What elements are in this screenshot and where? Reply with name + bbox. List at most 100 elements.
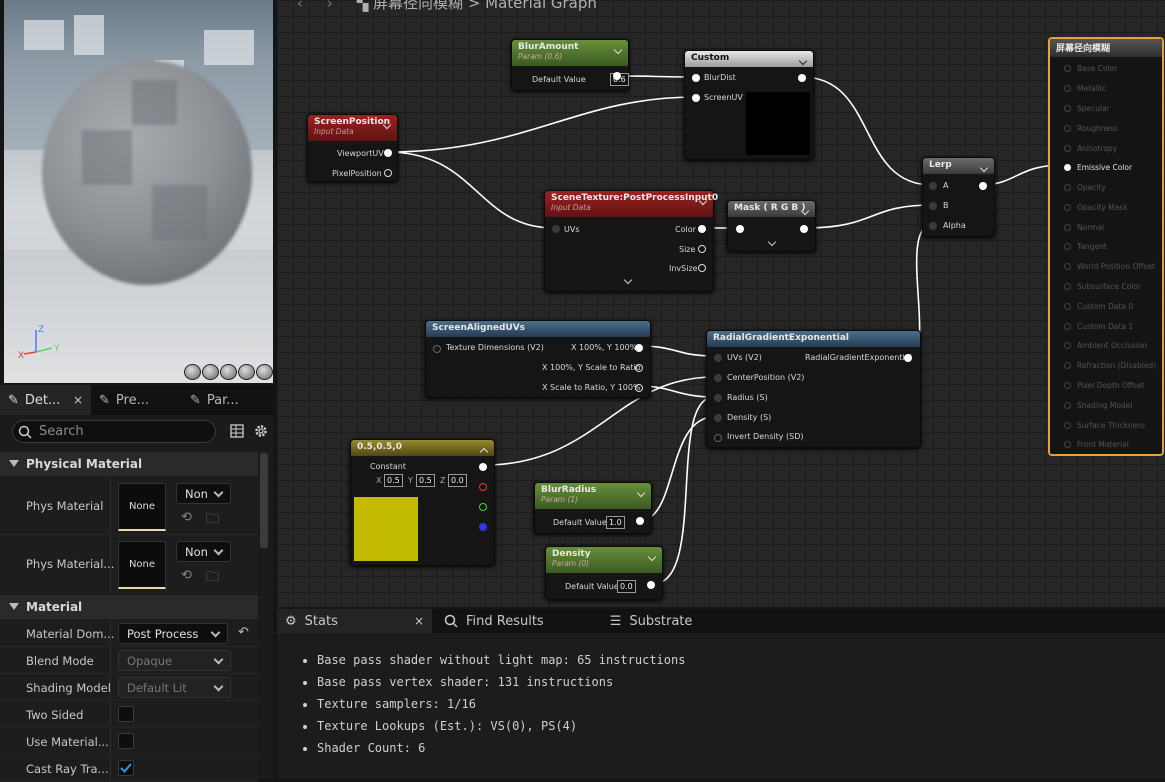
- result-pin[interactable]: Base Color: [1064, 64, 1117, 73]
- asset-picker-dropdown[interactable]: Non: [176, 483, 231, 504]
- category-physical-material[interactable]: Physical Material: [0, 452, 258, 476]
- node-screen-aligned-uvs[interactable]: ScreenAlignedUVs Texture Dimensions (V2)…: [425, 320, 651, 398]
- output-pin[interactable]: [635, 344, 643, 352]
- category-material[interactable]: Material: [0, 595, 258, 619]
- result-pin[interactable]: Custom Data 1: [1064, 322, 1133, 331]
- r-output-pin[interactable]: [479, 483, 487, 491]
- result-pin[interactable]: Surface Thickness: [1064, 421, 1145, 430]
- tab-substrate[interactable]: ☰ Substrate: [602, 609, 701, 633]
- result-pin[interactable]: Opacity Mask: [1064, 203, 1128, 212]
- use-asset-icon[interactable]: ⟲: [181, 568, 192, 583]
- tab-preview[interactable]: ✎ Pre...: [91, 385, 182, 415]
- material-result-node[interactable]: 屏幕径向模糊 Base Color Metallic Specular Roug…: [1048, 37, 1164, 456]
- output-pin[interactable]: [698, 245, 706, 253]
- z-value-field[interactable]: 0.0: [448, 474, 467, 487]
- param-value-field[interactable]: 0.0: [617, 580, 636, 593]
- result-pin[interactable]: Pixel Depth Offset: [1064, 381, 1145, 390]
- output-pin[interactable]: [698, 264, 706, 272]
- node-lerp[interactable]: Lerp A B Alpha: [922, 157, 995, 237]
- mesh-preview-button[interactable]: [256, 364, 273, 380]
- input-pin[interactable]: [692, 74, 700, 82]
- search-input[interactable]: Search: [12, 420, 216, 443]
- tab-details[interactable]: ✎ Det... ×: [0, 385, 91, 415]
- node-blur-amount[interactable]: BlurAmount Param (0.6) Default Value 0.6: [511, 39, 629, 91]
- input-pin[interactable]: [433, 345, 441, 353]
- shading-model-dropdown[interactable]: Default Lit: [118, 677, 231, 698]
- param-value-field[interactable]: 1.0: [606, 516, 625, 529]
- result-pin[interactable]: Anisotropy: [1064, 144, 1117, 153]
- browse-asset-icon[interactable]: 🗀: [206, 568, 219, 590]
- input-pin[interactable]: [714, 414, 722, 422]
- y-value-field[interactable]: 0.5: [416, 474, 435, 487]
- output-pin[interactable]: [384, 149, 392, 157]
- input-pin[interactable]: [736, 225, 744, 233]
- use-asset-icon[interactable]: ⟲: [181, 510, 192, 525]
- result-pin[interactable]: Tangent: [1064, 242, 1107, 251]
- input-pin[interactable]: [692, 94, 700, 102]
- browse-asset-icon[interactable]: 🗀: [206, 510, 219, 532]
- result-pin[interactable]: Ambient Occlusion: [1064, 341, 1147, 350]
- tab-find-results[interactable]: Find Results: [436, 609, 552, 633]
- input-pin[interactable]: [929, 182, 937, 190]
- output-pin[interactable]: [635, 384, 643, 392]
- output-pin[interactable]: [647, 581, 655, 589]
- node-mask[interactable]: Mask ( R G B ): [727, 200, 816, 252]
- tab-parameters[interactable]: ✎ Par...: [182, 385, 273, 415]
- output-pin[interactable]: [636, 517, 644, 525]
- node-density[interactable]: Density Param (0) Default Value 0.0: [545, 546, 663, 600]
- result-pin[interactable]: Roughness: [1064, 124, 1118, 133]
- result-pin[interactable]: Shading Model: [1064, 401, 1132, 410]
- asset-picker-dropdown[interactable]: Non: [176, 541, 231, 562]
- cube-preview-button[interactable]: [238, 364, 255, 380]
- output-pin[interactable]: [798, 74, 806, 82]
- material-preview-viewport[interactable]: Z Y X: [4, 0, 273, 383]
- cylinder-preview-button[interactable]: [184, 364, 201, 380]
- b-output-pin[interactable]: [479, 523, 487, 531]
- node-custom[interactable]: Custom BlurDist ScreenUV: [684, 50, 814, 160]
- input-pin[interactable]: [714, 434, 722, 442]
- output-pin[interactable]: [613, 72, 621, 80]
- result-pin[interactable]: Refraction (Disabled): [1064, 361, 1156, 370]
- g-output-pin[interactable]: [479, 503, 487, 511]
- details-scrollbar[interactable]: [260, 453, 268, 548]
- gear-icon[interactable]: [253, 423, 269, 439]
- chevron-down-icon[interactable]: [767, 237, 777, 247]
- input-pin[interactable]: [552, 225, 560, 233]
- result-pin[interactable]: Subsurface Color: [1064, 282, 1141, 291]
- output-pin[interactable]: [800, 225, 808, 233]
- material-graph-canvas[interactable]: ‹ › ▚ 屏幕径向模糊 > Material Graph BlurAmount…: [277, 0, 1165, 607]
- output-pin[interactable]: [479, 463, 487, 471]
- table-view-icon[interactable]: [229, 423, 245, 439]
- tab-stats[interactable]: ⚙ Stats ×: [277, 609, 432, 633]
- close-icon[interactable]: ×: [73, 393, 83, 407]
- plane-preview-button[interactable]: [220, 364, 237, 380]
- x-value-field[interactable]: 0.5: [384, 474, 403, 487]
- node-radial-gradient[interactable]: RadialGradientExponential UVs (V2) Cente…: [706, 330, 921, 448]
- blend-mode-dropdown[interactable]: Opaque: [118, 650, 231, 671]
- input-pin[interactable]: [929, 202, 937, 210]
- output-pin[interactable]: [384, 169, 392, 177]
- sphere-preview-button[interactable]: [202, 364, 219, 380]
- result-pin[interactable]: Opacity: [1064, 183, 1106, 192]
- result-pin[interactable]: Custom Data 0: [1064, 302, 1133, 311]
- asset-thumbnail[interactable]: None: [118, 483, 166, 531]
- result-pin[interactable]: World Position Offset: [1064, 262, 1155, 271]
- result-pin[interactable]: Specular: [1064, 104, 1110, 113]
- two-sided-checkbox[interactable]: [118, 706, 134, 722]
- asset-thumbnail[interactable]: None: [118, 541, 166, 589]
- input-pin[interactable]: [714, 374, 722, 382]
- output-pin[interactable]: [979, 182, 987, 190]
- chevron-down-icon[interactable]: [979, 163, 989, 173]
- output-pin[interactable]: [904, 354, 912, 362]
- input-pin[interactable]: [714, 354, 722, 362]
- node-scene-texture[interactable]: SceneTexture:PostProcessInput0 Input Data…: [544, 190, 718, 292]
- chevron-up-icon[interactable]: [479, 447, 489, 457]
- chevron-down-icon[interactable]: [623, 275, 633, 285]
- result-pin[interactable]: Front Material: [1064, 440, 1129, 449]
- node-blur-radius[interactable]: BlurRadius Param (1) Default Value 1.0: [534, 482, 652, 534]
- reset-arrow-icon[interactable]: ↶: [238, 625, 249, 640]
- input-pin[interactable]: [929, 222, 937, 230]
- output-pin[interactable]: [698, 225, 706, 233]
- chevron-down-icon[interactable]: [798, 56, 808, 66]
- result-pin[interactable]: Metallic: [1064, 84, 1106, 93]
